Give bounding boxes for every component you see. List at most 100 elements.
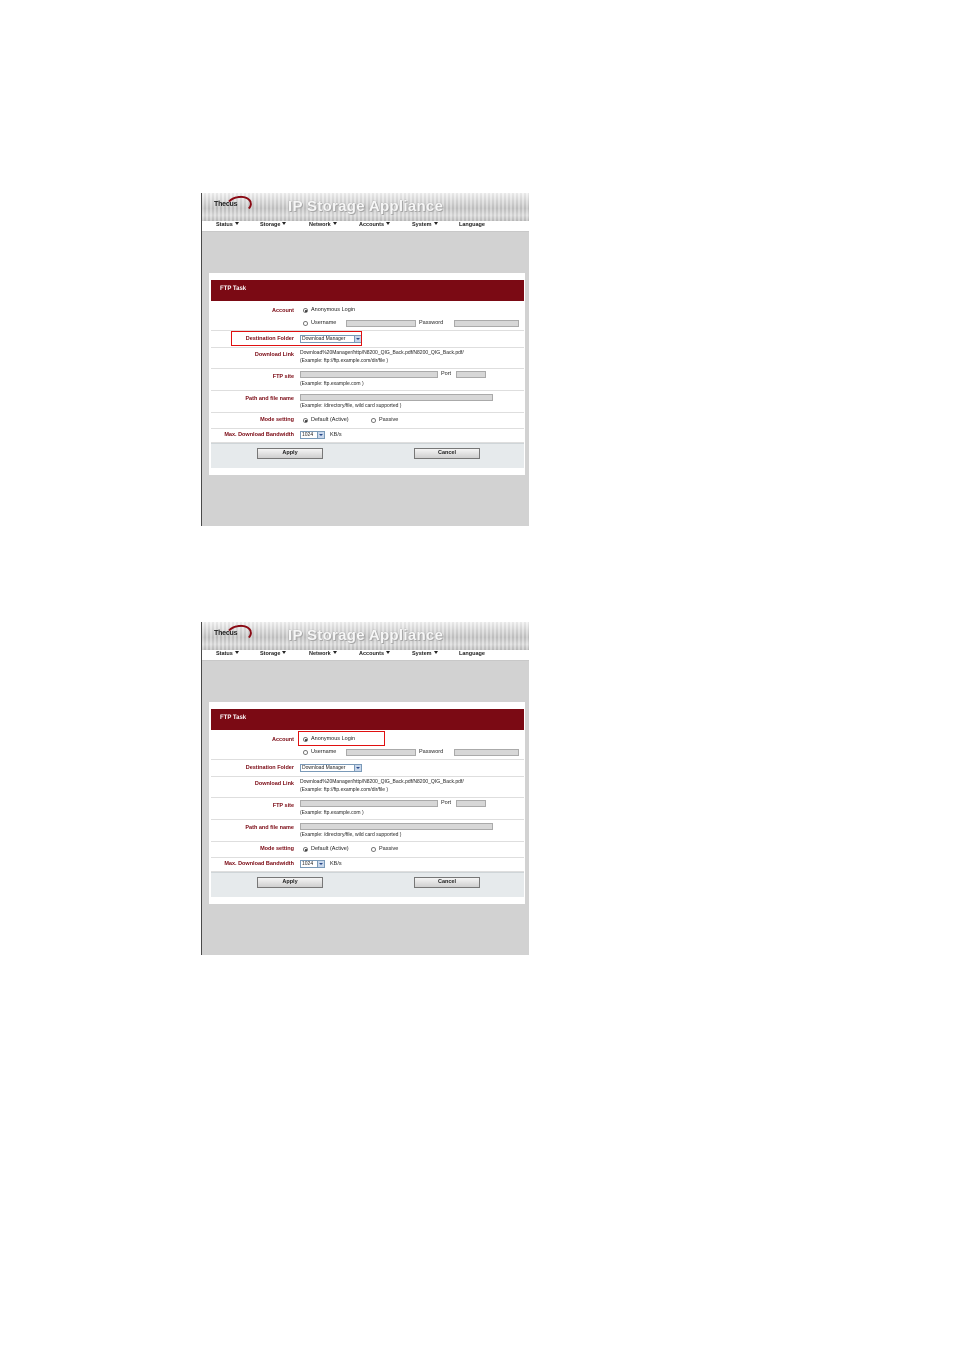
path-row: Path and file name (Example: /directory/…: [211, 820, 524, 842]
logo-swoosh-icon: [224, 622, 254, 646]
menu-system[interactable]: System: [412, 651, 438, 657]
screenshot-anonymous-login: Thecus IP Storage Appliance Status Stora…: [201, 622, 529, 955]
screenshot-destination-folder: Thecus IP Storage Appliance Status Stora…: [201, 193, 529, 526]
menu-system[interactable]: System: [412, 222, 438, 228]
path-row: Path and file name (Example: /directory/…: [211, 391, 524, 413]
download-link-row: Download Link Download%20Manager/http/N8…: [211, 777, 524, 798]
menu-storage[interactable]: Storage: [260, 222, 287, 228]
ftp-site-hint: (Example: ftp.example.com ): [300, 381, 364, 387]
port-field[interactable]: [456, 800, 486, 807]
menu-network[interactable]: Network: [309, 222, 337, 228]
menu-bar: Status Storage Network Accounts System L…: [202, 650, 529, 661]
menu-language[interactable]: Language: [459, 222, 485, 228]
mode-label: Mode setting: [260, 846, 294, 852]
bandwidth-select[interactable]: 1024: [300, 860, 325, 868]
destination-row: Destination Folder Download Manager: [211, 760, 524, 777]
menu-status[interactable]: Status: [216, 651, 239, 657]
password-field[interactable]: [454, 749, 519, 756]
ftp-site-field[interactable]: [300, 371, 438, 378]
path-field[interactable]: [300, 823, 493, 830]
anonymous-login-label: Anonymous Login: [311, 307, 356, 313]
panel-header: FTP Task: [211, 709, 524, 730]
password-label: Password: [419, 749, 444, 755]
logo-swoosh-icon: [224, 193, 254, 217]
caret-down-icon: [386, 222, 391, 225]
anonymous-login-radio[interactable]: [303, 308, 308, 313]
ftp-site-row: FTP site Port (Example: ftp.example.com …: [211, 798, 524, 820]
download-link-hint: (Example: ftp://ftp.example.com/dir/file…: [300, 787, 389, 793]
app-banner: Thecus IP Storage Appliance: [202, 622, 529, 650]
caret-down-icon: [332, 651, 337, 654]
username-radio[interactable]: [303, 321, 308, 326]
menu-accounts[interactable]: Accounts: [359, 222, 391, 228]
mode-default-radio[interactable]: [303, 847, 308, 852]
bandwidth-label: Max. Download Bandwidth: [224, 432, 294, 438]
bandwidth-select[interactable]: 1024: [300, 431, 325, 439]
button-bar: Apply Cancel: [211, 443, 524, 468]
cancel-button[interactable]: Cancel: [414, 877, 480, 888]
destination-label: Destination Folder: [245, 765, 294, 771]
download-link-label: Download Link: [254, 781, 294, 787]
menu-status[interactable]: Status: [216, 222, 239, 228]
mode-passive-label: Passive: [379, 846, 399, 852]
mode-label: Mode setting: [260, 417, 294, 423]
download-link-hint: (Example: ftp://ftp.example.com/dir/file…: [300, 358, 389, 364]
highlight-anonymous-login: [298, 731, 385, 746]
bandwidth-unit: KB/s: [330, 432, 342, 438]
menu-bar: Status Storage Network Accounts System L…: [202, 221, 529, 232]
app-title: IP Storage Appliance: [288, 198, 444, 215]
caret-down-icon: [282, 651, 287, 654]
button-bar: Apply Cancel: [211, 872, 524, 897]
apply-button[interactable]: Apply: [257, 877, 323, 888]
ftp-site-row: FTP site Port (Example: ftp.example.com …: [211, 369, 524, 391]
download-link-field[interactable]: Download%20Manager/http/N8200_QIG_Back.p…: [300, 779, 464, 785]
password-field[interactable]: [454, 320, 519, 327]
password-label: Password: [419, 320, 444, 326]
caret-down-icon: [282, 222, 287, 225]
username-label: Username: [311, 320, 337, 326]
ftp-site-hint: (Example: ftp.example.com ): [300, 810, 364, 816]
ftp-site-field[interactable]: [300, 800, 438, 807]
mode-passive-radio[interactable]: [371, 418, 376, 423]
app-banner: Thecus IP Storage Appliance: [202, 193, 529, 221]
mode-default-label: Default (Active): [311, 846, 349, 852]
highlight-destination-folder: [231, 331, 362, 346]
menu-accounts[interactable]: Accounts: [359, 651, 391, 657]
account-row: Account Anonymous Login Username Passwor…: [211, 303, 524, 331]
apply-button[interactable]: Apply: [257, 448, 323, 459]
path-label: Path and file name: [245, 396, 294, 402]
path-hint: (Example: /directory/file, wild card sup…: [300, 832, 402, 838]
account-label: Account: [272, 737, 294, 743]
port-field[interactable]: [456, 371, 486, 378]
mode-default-radio[interactable]: [303, 418, 308, 423]
menu-language[interactable]: Language: [459, 651, 485, 657]
menu-network[interactable]: Network: [309, 651, 337, 657]
username-field[interactable]: [346, 749, 416, 756]
menu-storage[interactable]: Storage: [260, 651, 287, 657]
username-radio[interactable]: [303, 750, 308, 755]
caret-down-icon: [386, 651, 391, 654]
path-hint: (Example: /directory/file, wild card sup…: [300, 403, 402, 409]
username-field[interactable]: [346, 320, 416, 327]
caret-down-icon: [234, 222, 239, 225]
port-label: Port: [441, 371, 452, 377]
caret-down-icon: [433, 222, 438, 225]
download-link-field[interactable]: Download%20Manager/http/N8200_QIG_Back.p…: [300, 350, 464, 356]
ftp-site-label: FTP site: [272, 803, 294, 809]
dropdown-arrow-icon: [317, 432, 324, 438]
username-label: Username: [311, 749, 337, 755]
account-label: Account: [272, 308, 294, 314]
panel-header: FTP Task: [211, 280, 524, 301]
destination-select[interactable]: Download Manager: [300, 764, 362, 772]
dropdown-arrow-icon: [354, 765, 361, 771]
caret-down-icon: [234, 651, 239, 654]
path-field[interactable]: [300, 394, 493, 401]
caret-down-icon: [433, 651, 438, 654]
caret-down-icon: [332, 222, 337, 225]
dropdown-arrow-icon: [317, 861, 324, 867]
port-label: Port: [441, 800, 452, 806]
mode-passive-radio[interactable]: [371, 847, 376, 852]
cancel-button[interactable]: Cancel: [414, 448, 480, 459]
mode-default-label: Default (Active): [311, 417, 349, 423]
ftp-site-label: FTP site: [272, 374, 294, 380]
